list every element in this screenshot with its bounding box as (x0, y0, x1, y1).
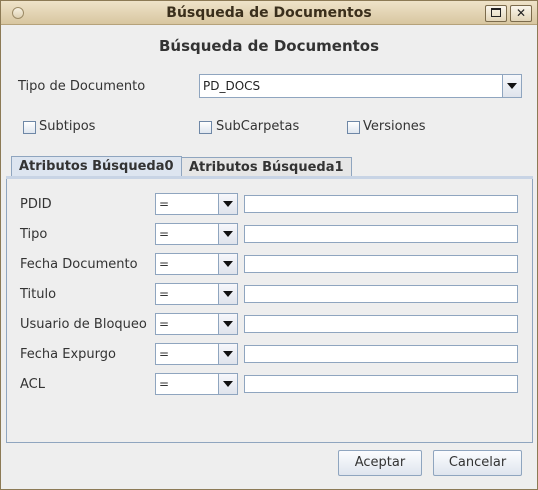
chevron-down-icon[interactable] (218, 344, 237, 364)
maximize-button[interactable] (485, 5, 507, 22)
operator-select-fecha-documento[interactable]: = (155, 253, 238, 275)
chevron-down-icon[interactable] (218, 194, 237, 214)
chevron-down-icon[interactable] (218, 224, 237, 244)
versiones-checkbox[interactable] (347, 121, 360, 134)
doc-type-label: Tipo de Documento (18, 79, 146, 94)
operator-select-usuario-de-bloqueo[interactable]: = (155, 313, 238, 335)
value-input-fecha-documento[interactable] (244, 255, 518, 273)
operator-value: = (159, 317, 170, 331)
doc-type-select[interactable]: PD_DOCS (199, 74, 522, 98)
value-input-usuario-de-bloqueo[interactable] (244, 315, 518, 333)
attr-label-usuario-de-bloqueo: Usuario de Bloqueo (20, 317, 147, 332)
maximize-icon (491, 8, 501, 17)
accept-button[interactable]: Aceptar (338, 450, 422, 476)
subcarpetas-checkbox[interactable] (199, 121, 212, 134)
tab-atributos-busqueda1[interactable]: Atributos Búsqueda1 (181, 157, 352, 177)
subtipos-label: Subtipos (39, 119, 96, 134)
title-bar[interactable]: Búsqueda de Documentos ✕ (1, 1, 537, 25)
attr-label-fecha-documento: Fecha Documento (20, 257, 138, 272)
chevron-down-icon[interactable] (218, 374, 237, 394)
chevron-down-icon[interactable] (218, 284, 237, 304)
operator-value: = (159, 257, 170, 271)
operator-value: = (159, 227, 170, 241)
operator-value: = (159, 287, 170, 301)
chevron-down-icon[interactable] (502, 75, 521, 97)
operator-select-acl[interactable]: = (155, 373, 238, 395)
close-icon: ✕ (515, 6, 527, 20)
dialog-window: Búsqueda de Documentos ✕ Búsqueda de Doc… (0, 0, 538, 490)
value-input-acl[interactable] (244, 375, 518, 393)
close-button[interactable]: ✕ (510, 5, 532, 22)
doc-type-value: PD_DOCS (203, 79, 261, 93)
attr-label-acl: ACL (20, 377, 45, 392)
chevron-down-icon[interactable] (218, 314, 237, 334)
operator-select-fecha-expurgo[interactable]: = (155, 343, 238, 365)
operator-value: = (159, 377, 170, 391)
subcarpetas-label: SubCarpetas (216, 119, 300, 134)
attr-label-titulo: Titulo (20, 287, 57, 302)
cancel-button[interactable]: Cancelar (433, 450, 522, 476)
operator-value: = (159, 347, 170, 361)
operator-select-tipo[interactable]: = (155, 223, 238, 245)
value-input-fecha-expurgo[interactable] (244, 345, 518, 363)
dialog-heading: Búsqueda de Documentos (158, 37, 380, 55)
chevron-down-icon[interactable] (218, 254, 237, 274)
operator-value: = (159, 197, 170, 211)
operator-select-titulo[interactable]: = (155, 283, 238, 305)
panel-top-border (6, 176, 533, 179)
attr-label-tipo: Tipo (20, 227, 48, 242)
tab-atributos-busqueda0[interactable]: Atributos Búsqueda0 (11, 156, 182, 177)
value-input-titulo[interactable] (244, 285, 518, 303)
attr-label-pdid: PDID (20, 197, 52, 212)
operator-select-pdid[interactable]: = (155, 193, 238, 215)
value-input-pdid[interactable] (244, 195, 518, 213)
attr-label-fecha-expurgo: Fecha Expurgo (20, 347, 116, 362)
search-attributes-panel (6, 177, 533, 443)
value-input-tipo[interactable] (244, 225, 518, 243)
window-title: Búsqueda de Documentos (166, 5, 372, 21)
versiones-label: Versiones (363, 119, 426, 134)
subtipos-checkbox[interactable] (23, 121, 36, 134)
